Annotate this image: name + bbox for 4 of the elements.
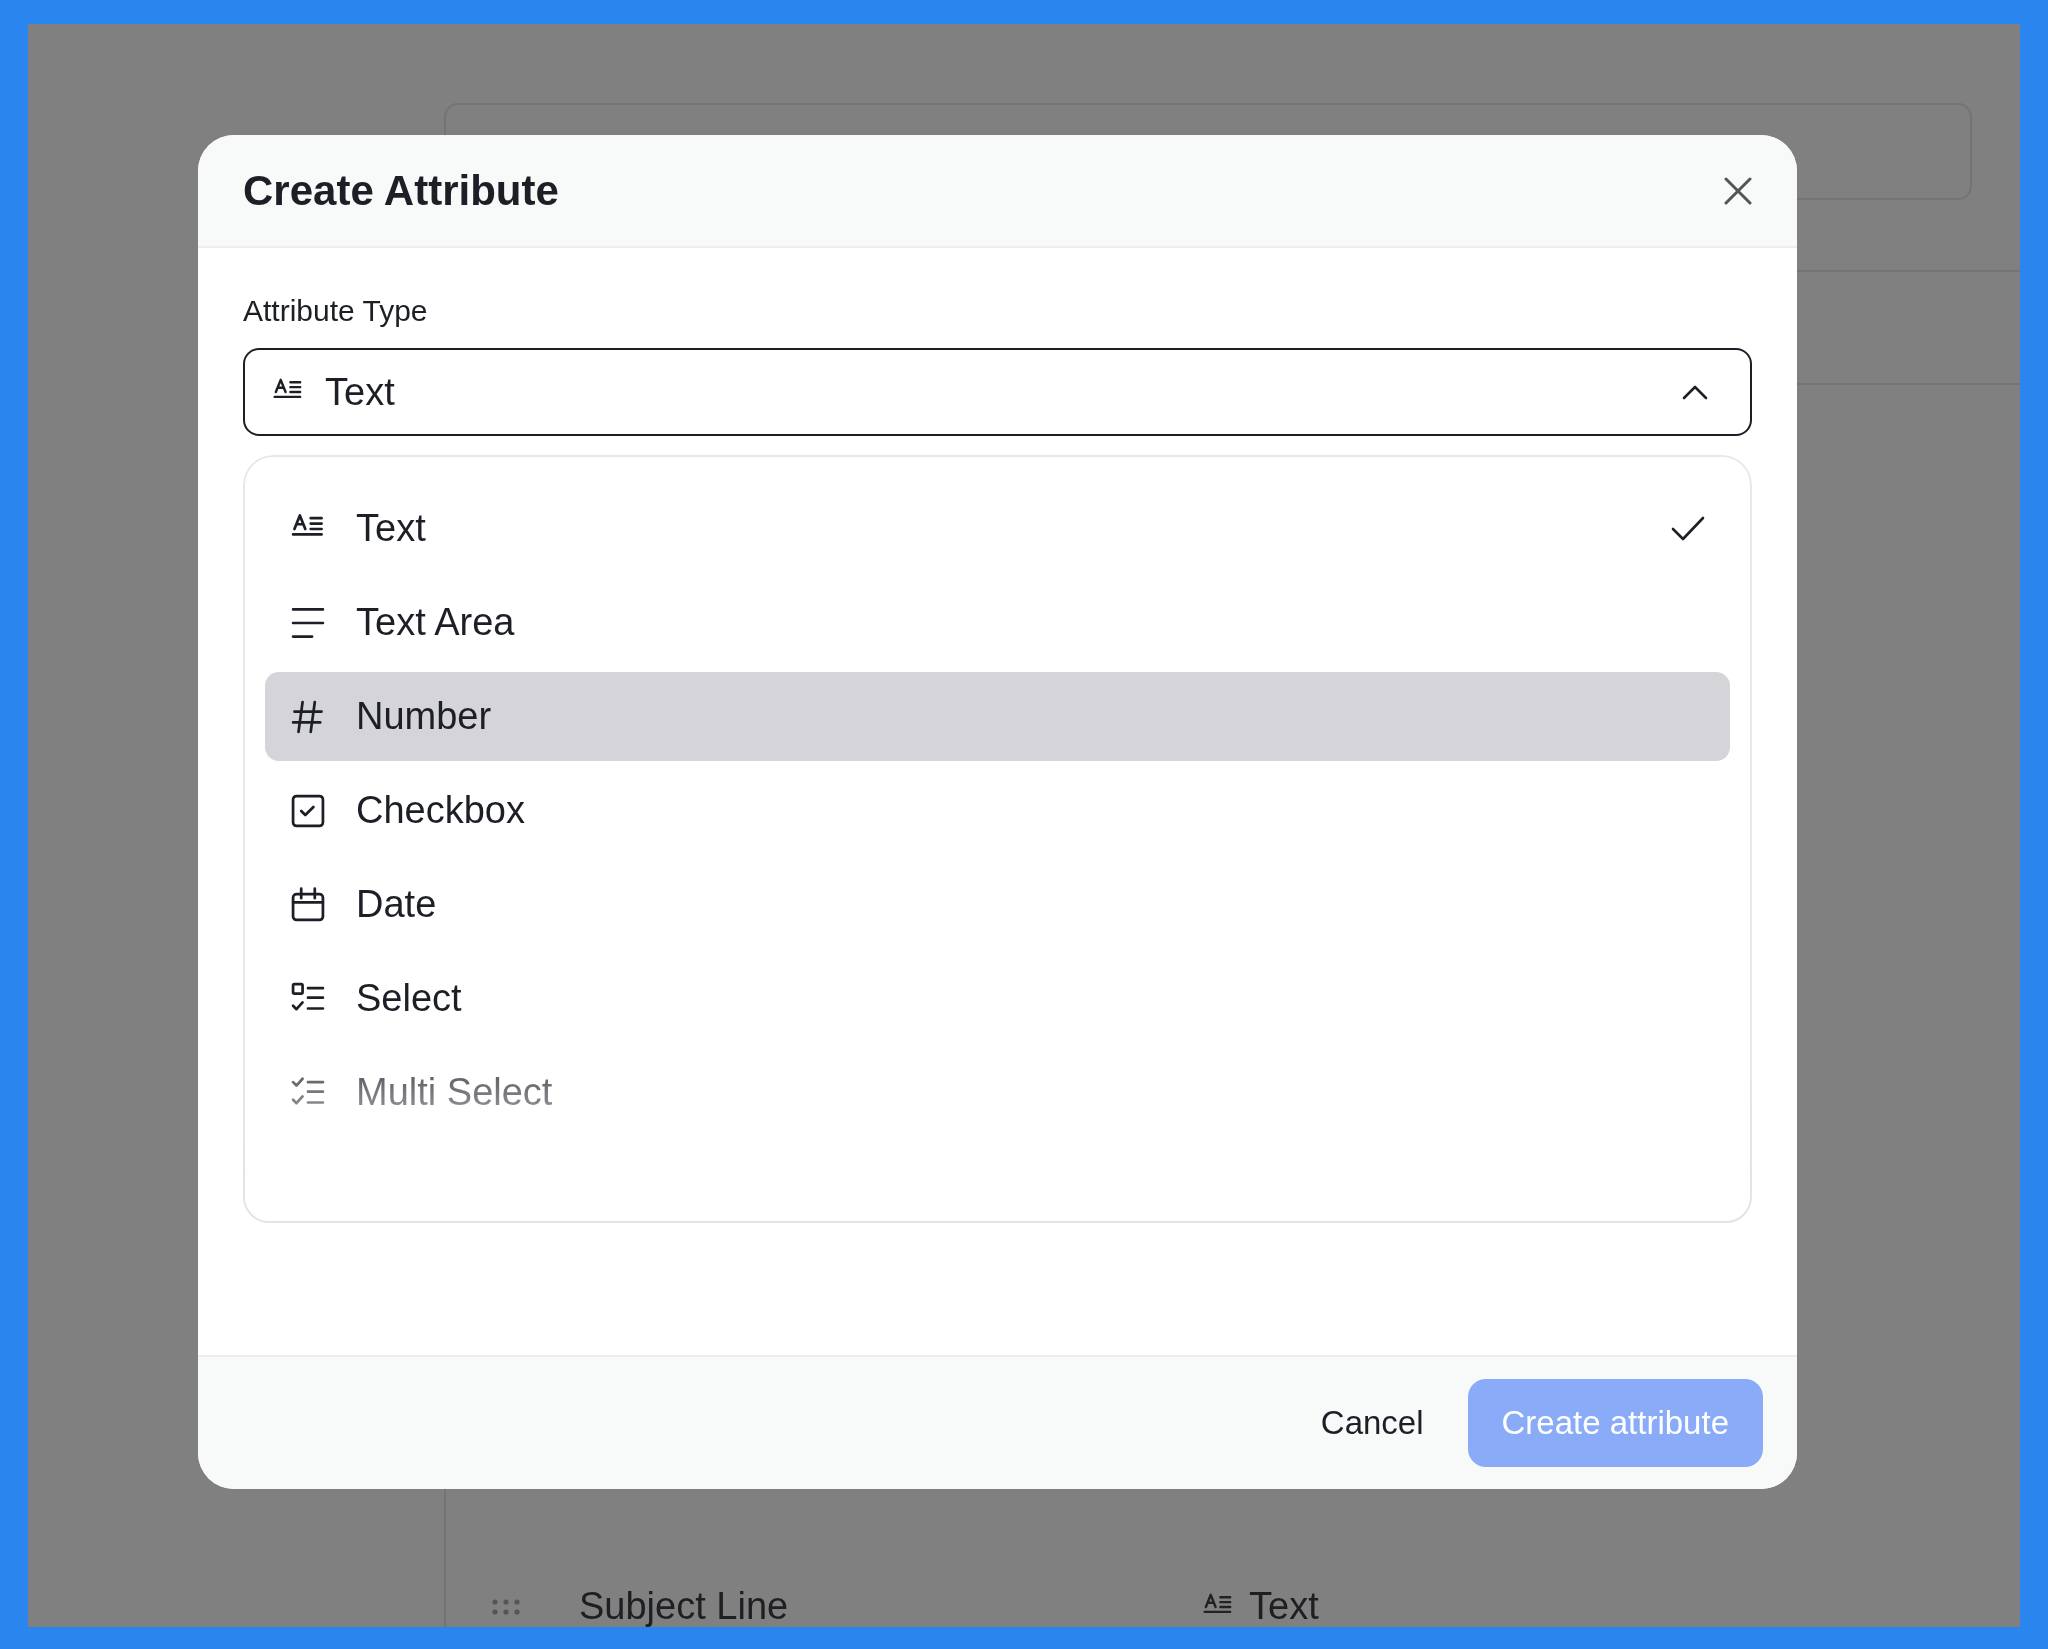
attribute-name: Subject Line [579,1587,790,1627]
field-label: Attribute Type [243,294,429,328]
dialog-title: Create Attribute [243,166,559,215]
attribute-type: Text [1249,1587,1319,1627]
